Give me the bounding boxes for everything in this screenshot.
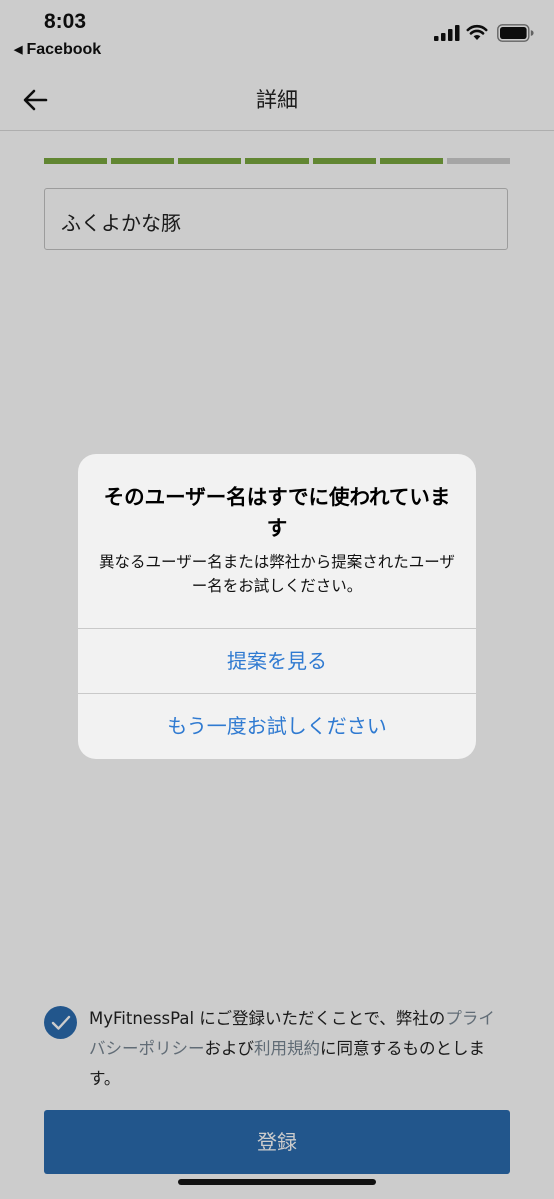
try-again-button[interactable]: もう一度お試しください	[78, 694, 476, 758]
signup-details-screen: 8:03 ◀ Facebook 詳細 ふくよかな豚 MyFitnessPal に…	[0, 0, 554, 1199]
alert-title: そのユーザー名はすでに使われています	[103, 485, 451, 540]
alert-message: 異なるユーザー名または弊社から提案されたユーザー名をお試しください。	[99, 553, 455, 595]
home-indicator[interactable]	[178, 1179, 376, 1185]
see-suggestions-button[interactable]: 提案を見る	[78, 629, 476, 693]
username-taken-alert: そのユーザー名はすでに使われています 異なるユーザー名または弊社から提案されたユ…	[78, 454, 476, 759]
